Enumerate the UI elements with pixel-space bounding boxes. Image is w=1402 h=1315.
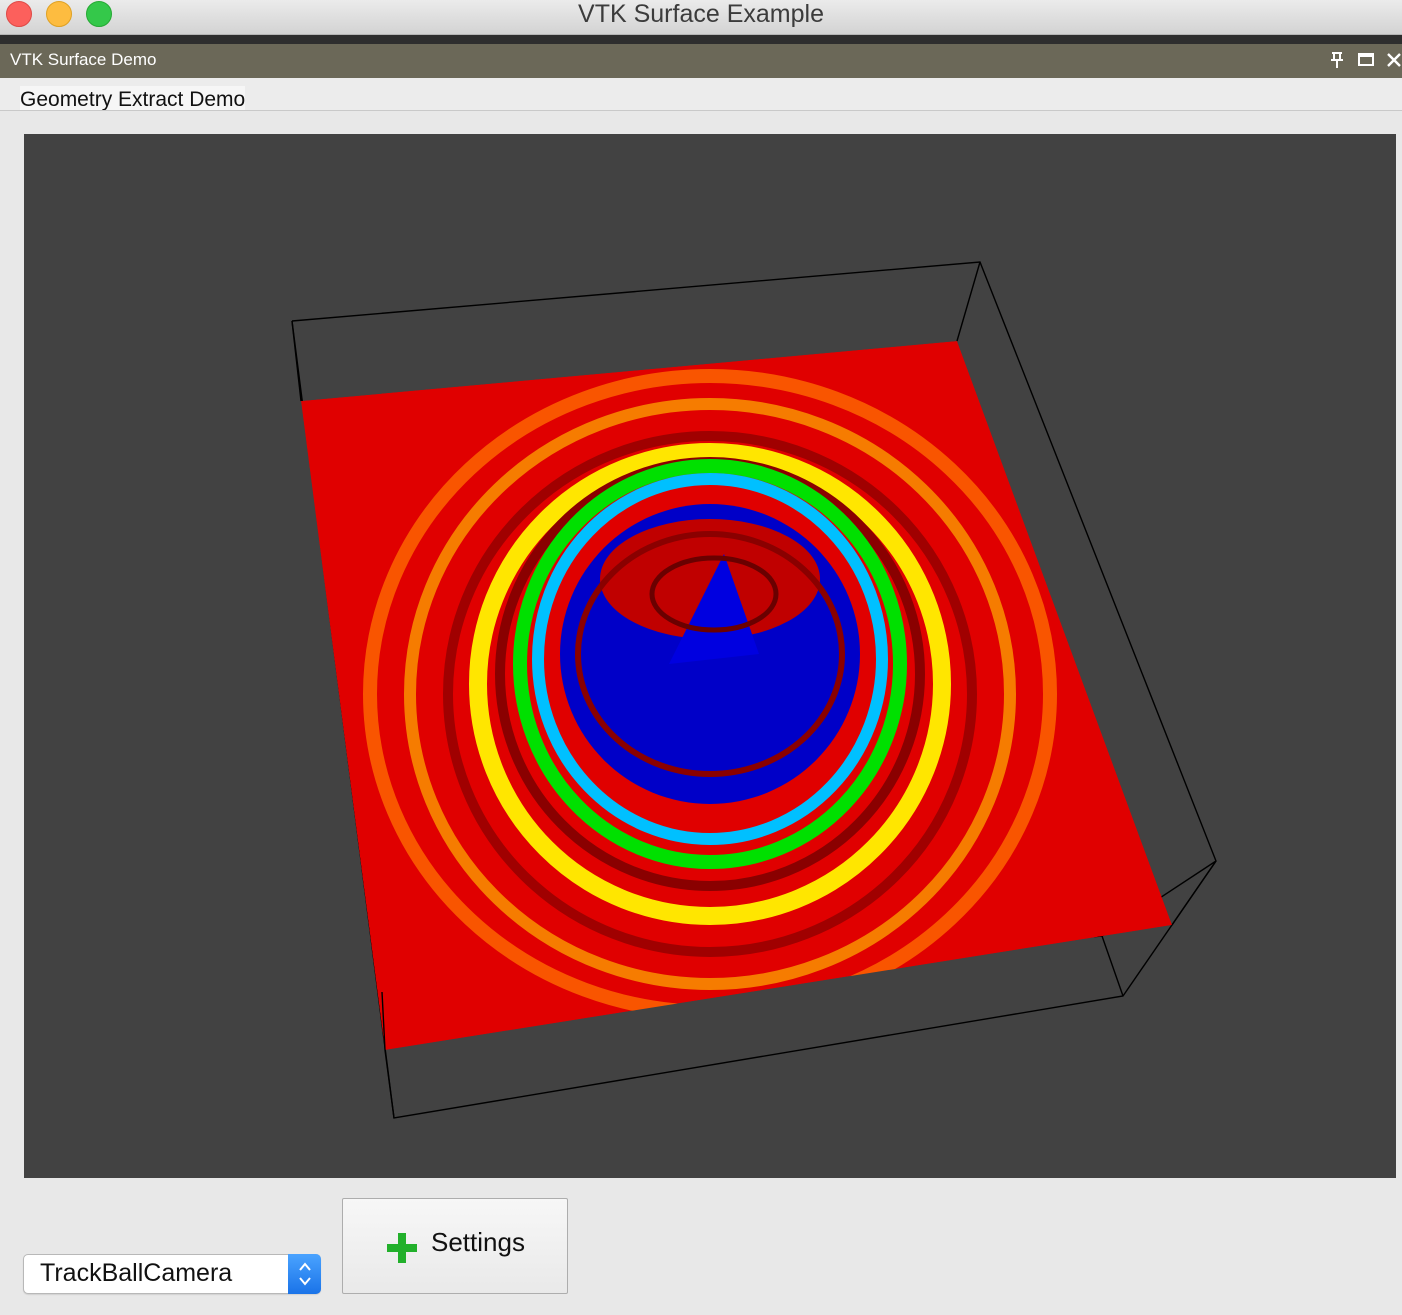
chevron-updown-icon[interactable]: [288, 1254, 321, 1294]
interactor-style-value: TrackBallCamera: [40, 1259, 233, 1287]
close-icon[interactable]: [1384, 51, 1402, 71]
window-titlebar[interactable]: VTK Surface Example: [0, 0, 1402, 35]
window-title: VTK Surface Example: [578, 0, 824, 28]
dock-titlebar[interactable]: VTK Surface Demo: [0, 44, 1402, 78]
surface-render: [291, 261, 1217, 1119]
settings-label: Settings: [431, 1227, 525, 1257]
plus-icon: [387, 1233, 417, 1263]
pin-icon[interactable]: [1327, 51, 1347, 71]
interactor-style-select[interactable]: TrackBallCamera: [23, 1254, 321, 1294]
height-surface: [301, 341, 1172, 1050]
vtk-render-viewport[interactable]: [24, 134, 1396, 1178]
float-icon[interactable]: [1356, 51, 1376, 71]
toolbar-strip: [0, 35, 1402, 44]
settings-button[interactable]: Settings: [342, 1198, 568, 1294]
tab-bar: Geometry Extract Demo: [0, 78, 1402, 115]
dock-title: VTK Surface Demo: [10, 50, 157, 69]
